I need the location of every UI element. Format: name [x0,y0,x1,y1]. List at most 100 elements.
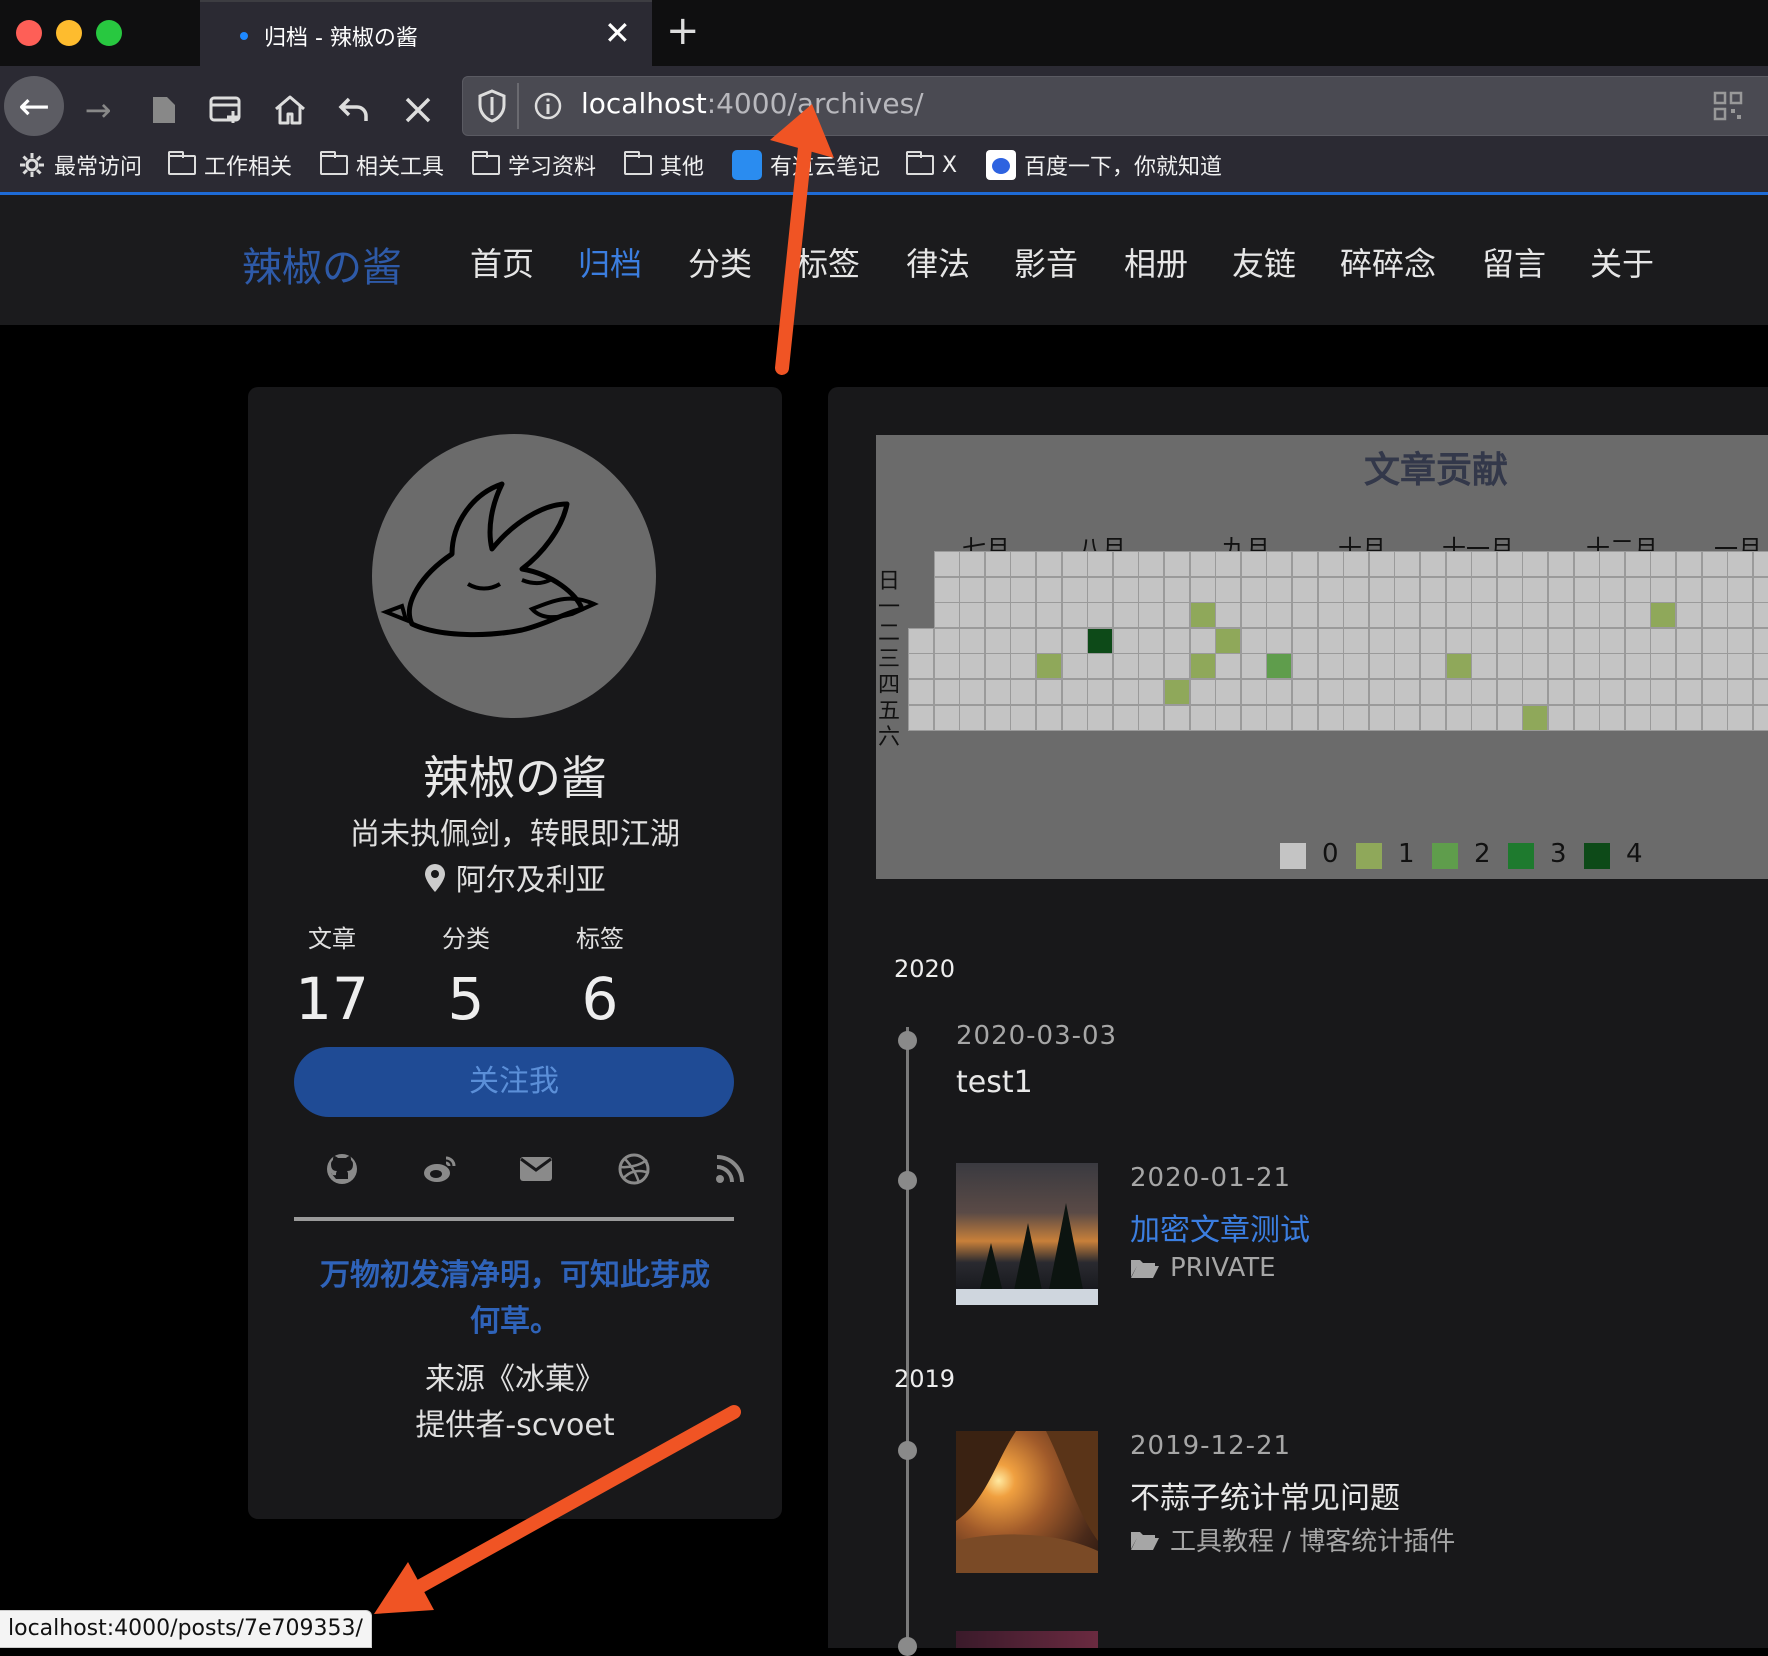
heatmap-cell[interactable] [1420,627,1446,654]
heatmap-cell[interactable] [1394,679,1421,705]
bookmark-most-visited[interactable]: 最常访问 [18,150,142,180]
heatmap-cell[interactable] [1343,576,1370,603]
heatmap-cell[interactable] [1496,576,1523,603]
heatmap-cell[interactable] [1036,551,1062,577]
heatmap-cell[interactable] [1727,576,1754,603]
heatmap-cell[interactable] [1676,653,1702,680]
heatmap-cell[interactable] [1368,576,1395,603]
heatmap-cell[interactable] [1368,627,1395,654]
heatmap-cell[interactable] [1215,627,1242,654]
browser-tab-active[interactable]: 归档 - 辣椒の酱 ✕ [200,0,652,68]
heatmap-cell[interactable] [1650,627,1677,654]
heatmap-cell[interactable] [1317,576,1344,603]
bookmark-folder-x[interactable]: X [906,150,957,180]
heatmap-cell[interactable] [1266,679,1293,705]
heatmap-cell[interactable] [1240,679,1267,705]
heatmap-cell[interactable] [1496,551,1523,577]
heatmap-cell[interactable] [908,704,934,731]
heatmap-cell[interactable] [1573,627,1600,654]
heatmap-cell[interactable] [933,704,960,731]
post-title[interactable]: 不蒜子统计常见问题 [1130,1473,1400,1517]
heatmap-cell[interactable] [984,679,1011,705]
heatmap-cell[interactable] [1752,679,1768,705]
nav-item-tags[interactable]: 标签 [796,239,860,285]
heatmap-cell[interactable] [1420,653,1446,680]
heatmap-cell[interactable] [1189,551,1216,577]
heatmap-cell[interactable] [1215,653,1242,680]
nav-item-about[interactable]: 关于 [1590,239,1654,285]
heatmap-cell[interactable] [1624,627,1651,654]
heatmap-cell[interactable] [1010,704,1037,731]
heatmap-cell[interactable] [1368,551,1395,577]
heatmap-cell[interactable] [1394,551,1421,577]
heatmap-cell[interactable] [1087,679,1114,705]
heatmap-cell[interactable] [1266,602,1293,629]
heatmap-cell[interactable] [1215,679,1242,705]
heatmap-cell[interactable] [1548,551,1574,577]
info-icon[interactable] [533,91,563,125]
heatmap-cell[interactable] [933,653,960,680]
heatmap-cell[interactable] [1010,627,1037,654]
heatmap-cell[interactable] [1676,627,1702,654]
heatmap-cell[interactable] [1548,602,1574,629]
heatmap-cell[interactable] [1676,576,1702,603]
heatmap-cell[interactable] [1215,551,1242,577]
heatmap-cell[interactable] [1189,704,1216,731]
heatmap-cell[interactable] [1676,551,1702,577]
heatmap-cell[interactable] [1752,704,1768,731]
heatmap-cell[interactable] [1164,602,1190,629]
heatmap-cell[interactable] [1752,576,1768,603]
bookmark-folder-study[interactable]: 学习资料 [472,150,596,180]
heatmap-cell[interactable] [1727,627,1754,654]
heatmap-cell[interactable] [984,602,1011,629]
heatmap-cell[interactable] [1394,704,1421,731]
heatmap-cell[interactable] [1420,602,1446,629]
heatmap-cell[interactable] [1010,653,1037,680]
rss-icon[interactable] [710,1149,750,1189]
heatmap-cell[interactable] [1420,679,1446,705]
heatmap-cell[interactable] [1496,653,1523,680]
heatmap-cell[interactable] [1112,576,1139,603]
heatmap-cell[interactable] [1317,602,1344,629]
heatmap-cell[interactable] [1189,679,1216,705]
heatmap-cell[interactable] [908,627,934,654]
heatmap-cell[interactable] [1471,627,1498,654]
heatmap-cell[interactable] [984,653,1011,680]
heatmap-cell[interactable] [1215,704,1242,731]
heatmap-cell[interactable] [1522,627,1549,654]
heatmap-cell[interactable] [1701,602,1728,629]
heatmap-cell[interactable] [1164,627,1190,654]
heatmap-cell[interactable] [1650,653,1677,680]
heatmap-cell[interactable] [1343,602,1370,629]
github-icon[interactable] [322,1149,362,1189]
heatmap-cell[interactable] [1445,653,1472,680]
heatmap-cell[interactable] [1650,679,1677,705]
heatmap-cell[interactable] [1496,627,1523,654]
heatmap-cell[interactable] [1112,602,1139,629]
heatmap-cell[interactable] [1164,551,1190,577]
container-tab-icon[interactable] [202,86,250,134]
heatmap-cell[interactable] [1138,653,1165,680]
heatmap-cell[interactable] [1599,627,1626,654]
heatmap-cell[interactable] [1215,602,1242,629]
heatmap-cell[interactable] [1752,551,1768,577]
heatmap-cell[interactable] [1240,576,1267,603]
heatmap-cell[interactable] [959,576,986,603]
heatmap-cell[interactable] [1164,576,1190,603]
home-icon[interactable] [266,86,314,134]
heatmap-cell[interactable] [1061,679,1088,705]
heatmap-cell[interactable] [1240,551,1267,577]
heatmap-cell[interactable] [1522,704,1549,731]
nav-item-categories[interactable]: 分类 [688,239,752,285]
heatmap-cell[interactable] [1266,551,1293,577]
heatmap-cell[interactable] [1471,653,1498,680]
heatmap-cell[interactable] [1292,679,1318,705]
heatmap-cell[interactable] [1624,679,1651,705]
nav-item-home[interactable]: 首页 [470,239,534,285]
heatmap-cell[interactable] [1368,679,1395,705]
heatmap-cell[interactable] [1624,704,1651,731]
heatmap-cell[interactable] [1445,551,1472,577]
heatmap-cell[interactable] [1394,627,1421,654]
dribbble-icon[interactable] [614,1149,654,1189]
shield-icon[interactable] [477,89,507,127]
